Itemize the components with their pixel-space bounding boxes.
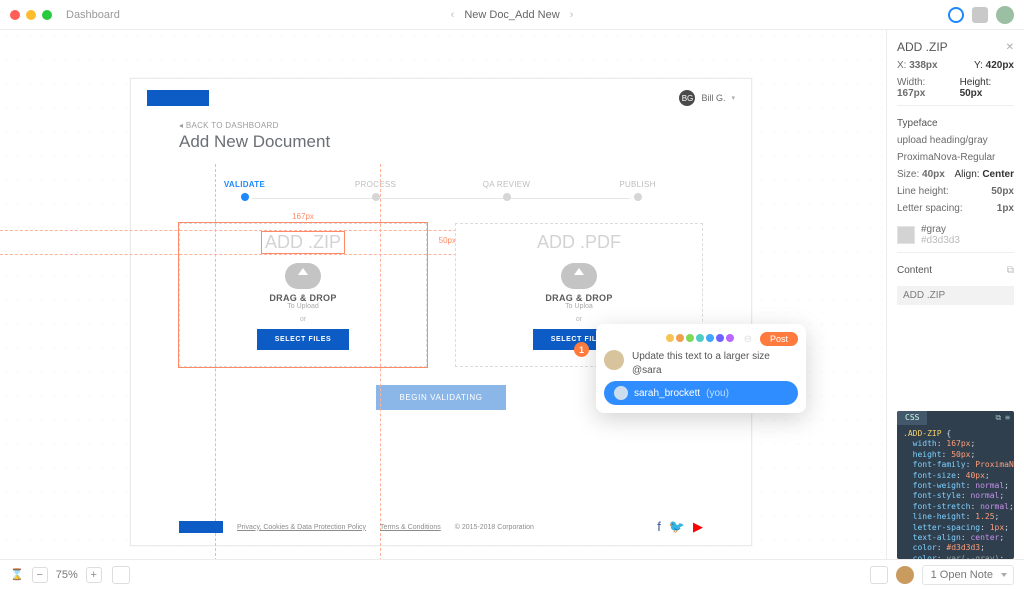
notifications-icon[interactable] [972, 7, 988, 23]
chevron-right-icon[interactable]: › [570, 9, 574, 21]
guide-line [215, 164, 216, 566]
comment-popover: ⊖ Post Update this text to a larger size… [596, 324, 806, 413]
dimension-height: 50px [439, 236, 456, 245]
upload-zip-title[interactable]: ADD .ZIP [262, 232, 344, 253]
guide-line [380, 164, 381, 566]
dimension-width: 167px [292, 212, 314, 221]
page-title: New Doc_Add New [464, 9, 559, 21]
footer-link-privacy[interactable]: Privacy, Cookies & Data Protection Polic… [237, 524, 366, 531]
fullscreen-icon[interactable] [42, 10, 52, 20]
mention-avatar [614, 386, 628, 400]
facebook-icon[interactable]: f [657, 519, 661, 535]
close-icon[interactable] [10, 10, 20, 20]
dismiss-icon[interactable]: ⊖ [744, 334, 752, 345]
mention-you: (you) [706, 388, 729, 399]
artboard: BG Bill G. ▾ ◂ BACK TO DASHBOARD Add New… [130, 78, 752, 546]
drag-drop-sub: To Upload [180, 303, 426, 310]
cloud-upload-icon [561, 263, 597, 289]
mention-name: sarah_brockett [634, 388, 700, 399]
stepper: VALIDATE PROCESS QA REVIEW PUBLISH [179, 180, 703, 201]
footer-logo [179, 521, 223, 533]
or-label: or [180, 316, 426, 323]
canvas[interactable]: BG Bill G. ▾ ◂ BACK TO DASHBOARD Add New… [0, 30, 886, 559]
step-qa[interactable]: QA REVIEW [441, 180, 572, 201]
hourglass-icon: ⌛ [10, 568, 24, 581]
typeface-label: Typeface [897, 118, 1014, 129]
drag-drop-label: DRAG & DROP [180, 293, 426, 303]
zoom-out-button[interactable]: − [32, 567, 48, 583]
chevron-down-icon: ▾ [731, 94, 735, 102]
commenter-avatar [604, 350, 624, 370]
font-name: ProximaNova-Regular [897, 152, 1014, 163]
breadcrumb[interactable]: Dashboard [66, 9, 120, 21]
activity-icon[interactable] [948, 7, 964, 23]
footer-copyright: © 2015-2018 Corporation [455, 524, 534, 531]
avatar[interactable] [996, 6, 1014, 24]
inspector-title: ADD .ZIP [897, 40, 948, 54]
upload-zip-card[interactable]: 167px 50px ADD .ZIP DRAG & DROP To Uploa… [179, 223, 427, 367]
zoom-in-button[interactable]: + [86, 567, 102, 583]
back-link[interactable]: ◂ BACK TO DASHBOARD [131, 117, 751, 130]
copy-icon[interactable]: ⧉ [995, 413, 1001, 423]
bottom-bar: ⌛ − 75% + 1 Open Note [0, 559, 1024, 589]
drag-drop-label: DRAG & DROP [456, 293, 702, 303]
select-files-button[interactable]: SELECT FILES [257, 329, 350, 350]
settings-icon[interactable]: ≡ [1005, 413, 1010, 423]
begin-validating-button[interactable]: BEGIN VALIDATING [376, 385, 506, 410]
user-menu[interactable]: BG Bill G. ▾ [679, 90, 735, 106]
twitter-icon[interactable]: 🐦 [669, 519, 685, 535]
user-name: Bill G. [701, 93, 725, 103]
upload-pdf-title: ADD .PDF [537, 232, 621, 252]
content-label: Content [897, 265, 932, 276]
titlebar: Dashboard ‹ New Doc_Add New › [0, 0, 1024, 30]
css-tab[interactable]: CSS [897, 411, 927, 425]
style-name: upload heading/gray [897, 135, 1014, 146]
content-value[interactable]: ADD .ZIP [897, 286, 1014, 305]
drag-drop-sub: To Uploa [456, 303, 702, 310]
clipboard-icon[interactable] [112, 566, 130, 584]
comment-input[interactable]: Update this text to a larger size @sara [632, 350, 798, 377]
artboard-footer: Privacy, Cookies & Data Protection Polic… [179, 519, 703, 535]
css-panel[interactable]: CSS ⧉ ≡ .ADD-ZIP { width: 167px; height: … [897, 411, 1014, 559]
css-code[interactable]: .ADD-ZIP { width: 167px; height: 50px; f… [903, 429, 1008, 559]
step-process[interactable]: PROCESS [310, 180, 441, 201]
comment-badge[interactable]: 1 [574, 342, 589, 357]
cloud-upload-icon [285, 263, 321, 289]
page-heading: Add New Document [131, 130, 751, 164]
mention-suggestion[interactable]: sarah_brockett (you) [604, 381, 798, 405]
zoom-level[interactable]: 75% [56, 569, 78, 581]
logo [147, 90, 209, 106]
chevron-left-icon[interactable]: ‹ [451, 9, 455, 21]
step-publish[interactable]: PUBLISH [572, 180, 703, 201]
export-icon[interactable] [870, 566, 888, 584]
minimize-icon[interactable] [26, 10, 36, 20]
inspector-panel: ADD .ZIP ✕ X: 338pxY: 420px Width: 167px… [886, 30, 1024, 559]
user-avatar: BG [679, 90, 695, 106]
color-picker[interactable] [666, 334, 736, 345]
or-label: or [456, 316, 702, 323]
close-icon[interactable]: ✕ [1006, 42, 1014, 53]
post-button[interactable]: Post [760, 332, 798, 346]
youtube-icon[interactable]: ▶ [693, 519, 703, 535]
notes-dropdown[interactable]: 1 Open Note [922, 565, 1014, 585]
color-swatch[interactable]: #gray#d3d3d3 [897, 224, 1014, 246]
step-validate[interactable]: VALIDATE [179, 180, 310, 201]
presence-avatar[interactable] [896, 566, 914, 584]
copy-icon[interactable]: ⧉ [1007, 265, 1014, 276]
footer-link-terms[interactable]: Terms & Conditions [380, 524, 441, 531]
window-controls[interactable] [10, 10, 52, 20]
